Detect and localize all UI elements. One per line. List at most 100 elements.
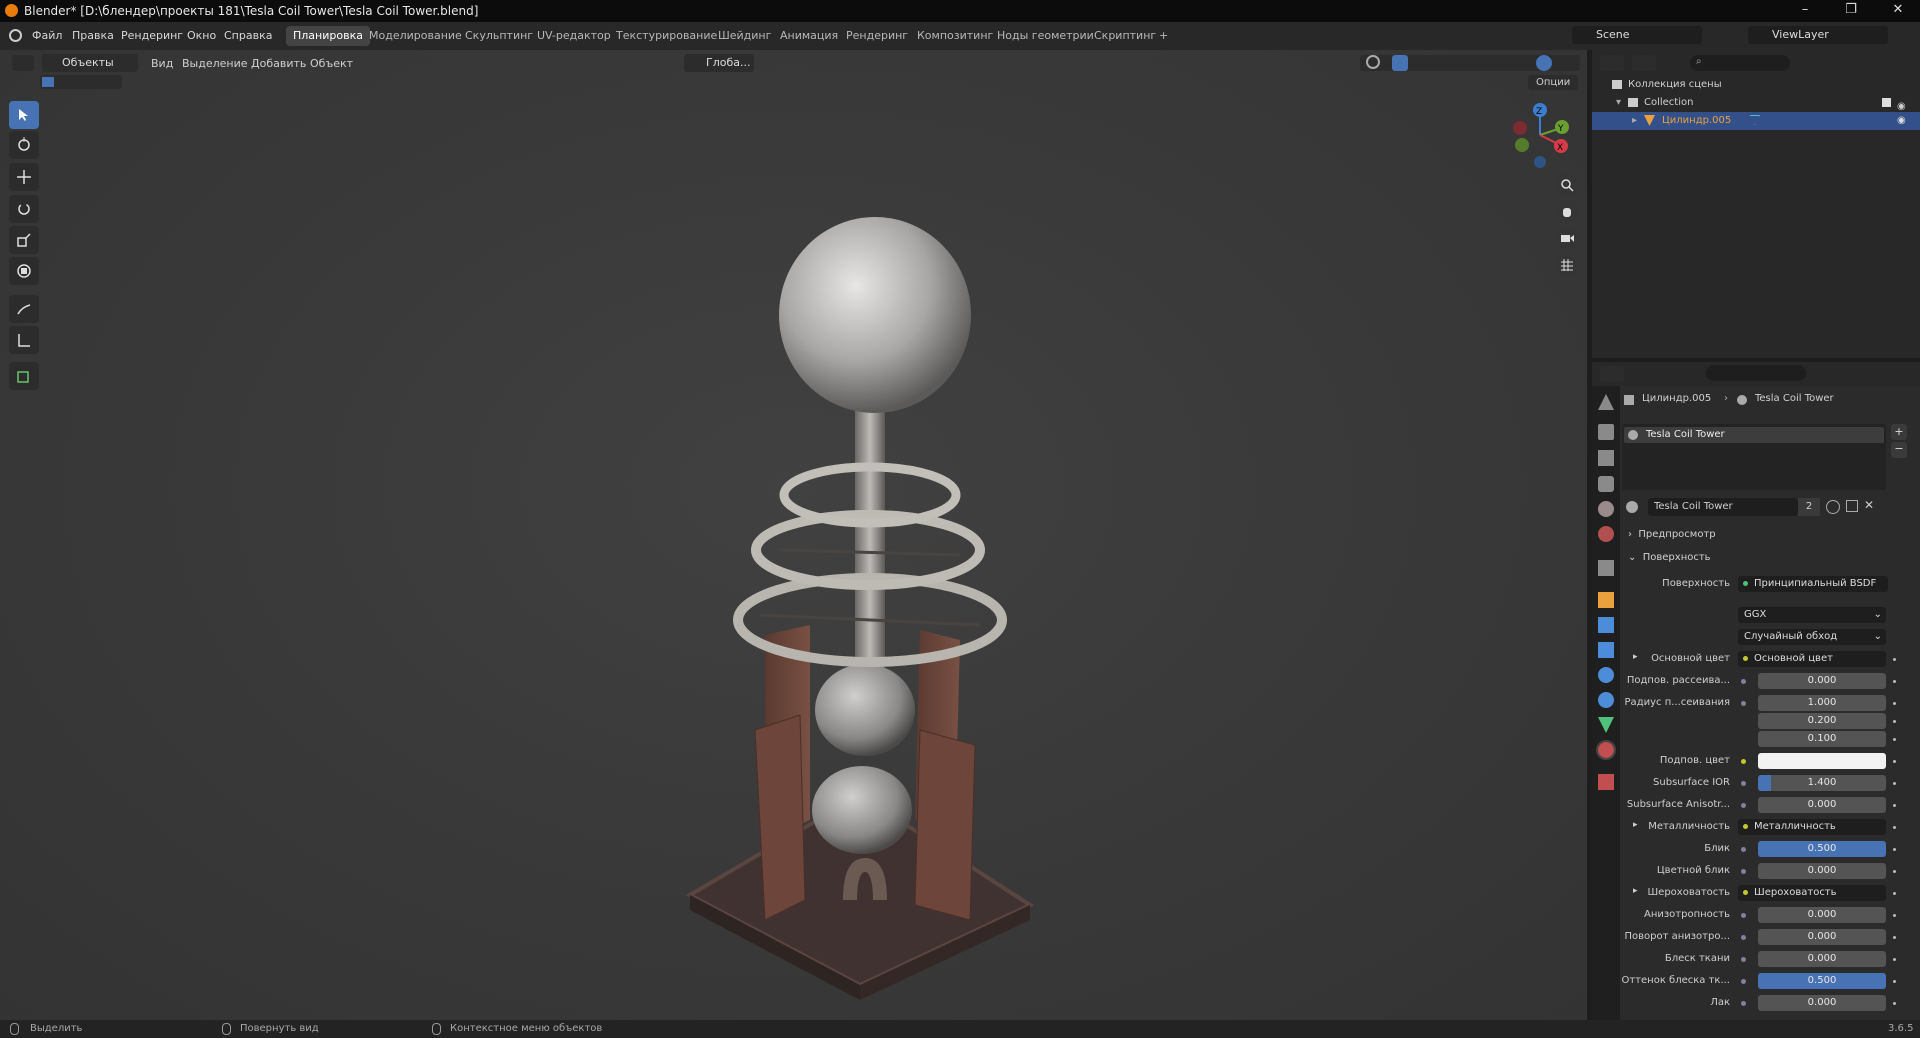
property-value-field[interactable]: 0.200 [1758, 713, 1886, 729]
scene-tab-icon[interactable] [1598, 501, 1614, 517]
options-dropdown[interactable]: Опции [1528, 75, 1579, 90]
3d-viewport[interactable] [0, 50, 1587, 1020]
property-value-field[interactable]: 0.000 [1758, 797, 1886, 813]
world-tab-icon[interactable] [1598, 526, 1614, 542]
property-value-field[interactable]: 0.100 [1758, 731, 1886, 747]
input-socket-icon[interactable] [1741, 979, 1746, 984]
add-slot-button[interactable]: + [1891, 424, 1907, 440]
gizmo-toggle-icon[interactable] [1392, 55, 1408, 71]
exclude-checkbox[interactable] [1882, 98, 1891, 107]
menu-edit[interactable]: Правка [72, 29, 114, 42]
keyframe-dot-icon[interactable] [1893, 658, 1896, 661]
add-workspace-button[interactable]: + [1152, 26, 1175, 46]
menu-window[interactable]: Окно [187, 29, 216, 42]
tab-layout[interactable]: Планировка [286, 26, 370, 46]
linked-input-field[interactable]: Шероховатость [1738, 885, 1886, 901]
minimize-button[interactable]: – [1790, 2, 1820, 20]
pan-view-button[interactable] [1556, 200, 1578, 222]
properties-search-input[interactable] [1706, 365, 1806, 381]
collection-tab-icon[interactable] [1598, 560, 1614, 576]
property-value-field[interactable]: 0.500 [1758, 973, 1886, 989]
keyframe-dot-icon[interactable] [1893, 804, 1896, 807]
tab-rendering[interactable]: Рендеринг [839, 26, 915, 46]
input-socket-icon[interactable] [1741, 935, 1746, 940]
tab-shading[interactable]: Шейдинг [711, 26, 778, 46]
tab-sculpting[interactable]: Скульптинг [458, 26, 540, 46]
keyframe-dot-icon[interactable] [1893, 760, 1896, 763]
menu-select[interactable]: Выделение [182, 57, 248, 70]
input-socket-icon[interactable] [1741, 1001, 1746, 1006]
outliner-editor-type[interactable] [1600, 55, 1624, 71]
annotate-tool[interactable] [9, 295, 39, 323]
keyframe-dot-icon[interactable] [1893, 848, 1896, 851]
render-tab-icon[interactable] [1598, 424, 1614, 440]
subsurface-method-dropdown[interactable]: Случайный обход ⌄ [1738, 629, 1886, 645]
keyframe-dot-icon[interactable] [1893, 738, 1896, 741]
modifier-tab-icon[interactable] [1598, 617, 1614, 633]
select-box-tool[interactable] [9, 101, 39, 129]
keyframe-dot-icon[interactable] [1893, 826, 1896, 829]
property-value-field[interactable]: 0.000 [1758, 929, 1886, 945]
material-user-count[interactable]: 2 [1798, 498, 1820, 516]
input-socket-icon[interactable] [1741, 759, 1746, 764]
tab-compositing[interactable]: Композитинг [910, 26, 1000, 46]
keyframe-dot-icon[interactable] [1893, 680, 1896, 683]
expand-chevron-icon[interactable]: ▸ [1632, 112, 1637, 130]
scale-tool[interactable] [9, 226, 39, 254]
cursor-tool[interactable] [9, 131, 39, 159]
tab-geometry-nodes[interactable]: Ноды геометрии [990, 26, 1101, 46]
transform-orientation[interactable]: Глоба... [684, 54, 754, 72]
menu-render[interactable]: Рендеринг [121, 29, 183, 42]
material-preview-shading-icon[interactable] [1536, 55, 1552, 71]
property-value-field[interactable]: 0.000 [1758, 951, 1886, 967]
property-value-field[interactable]: 0.000 [1758, 863, 1886, 879]
linked-input-field[interactable]: Основной цвет [1738, 651, 1886, 667]
navigation-gizmo[interactable]: Z Y X [1508, 100, 1572, 170]
keyframe-dot-icon[interactable] [1893, 702, 1896, 705]
tab-animation[interactable]: Анимация [773, 26, 845, 46]
mode-selector[interactable]: Объекты [42, 54, 138, 72]
property-value-field[interactable]: 1.000 [1758, 695, 1886, 711]
duplicate-material-icon[interactable] [1846, 500, 1858, 512]
select-new-icon[interactable] [42, 77, 54, 87]
keyframe-dot-icon[interactable] [1893, 870, 1896, 873]
material-slot-item[interactable]: Tesla Coil Tower [1624, 427, 1884, 443]
keyframe-dot-icon[interactable] [1893, 958, 1896, 961]
restore-button[interactable]: ❐ [1836, 2, 1866, 20]
keyframe-dot-icon[interactable] [1893, 936, 1896, 939]
keyframe-dot-icon[interactable] [1893, 914, 1896, 917]
editor-type-button[interactable] [12, 55, 34, 71]
filter-icon[interactable] [1869, 55, 1889, 71]
close-button[interactable]: ✕ [1883, 2, 1913, 20]
linked-input-field[interactable]: Металличность [1738, 819, 1886, 835]
outliner-object-row[interactable]: ▸ Цилиндр.005 ◉ [1592, 112, 1920, 130]
keyframe-dot-icon[interactable] [1893, 782, 1896, 785]
menu-view[interactable]: Вид [151, 57, 173, 70]
add-cube-tool[interactable] [9, 362, 39, 390]
blender-menu-icon[interactable] [9, 29, 22, 42]
input-socket-icon[interactable] [1741, 781, 1746, 786]
property-value-field[interactable]: 0.000 [1758, 995, 1886, 1011]
fake-user-icon[interactable] [1826, 500, 1840, 514]
property-value-field[interactable]: 0.000 [1758, 673, 1886, 689]
property-value-field[interactable]: 0.000 [1758, 907, 1886, 923]
menu-add[interactable]: Добавить [251, 57, 306, 70]
keyframe-dot-icon[interactable] [1893, 892, 1896, 895]
tab-texture-paint[interactable]: Текстурирование [609, 26, 724, 46]
input-socket-icon[interactable] [1741, 679, 1746, 684]
properties-editor-type[interactable] [1600, 366, 1624, 382]
material-name-field[interactable]: Tesla Coil Tower [1648, 498, 1798, 516]
move-tool[interactable] [9, 163, 39, 191]
tab-modeling[interactable]: Моделирование [362, 26, 469, 46]
zoom-view-button[interactable] [1556, 174, 1578, 196]
browse-material-icon[interactable] [1626, 501, 1638, 513]
output-tab-icon[interactable] [1598, 450, 1614, 466]
input-socket-icon[interactable] [1741, 869, 1746, 874]
camera-view-button[interactable] [1556, 227, 1578, 249]
eye-icon[interactable]: ◉ [1897, 112, 1906, 130]
keyframe-dot-icon[interactable] [1893, 1002, 1896, 1005]
distribution-dropdown[interactable]: GGX ⌄ [1738, 607, 1886, 623]
remove-slot-button[interactable]: − [1891, 442, 1907, 458]
preview-section-header[interactable]: › Предпросмотр [1628, 529, 1716, 540]
outliner-search-input[interactable] [1690, 55, 1790, 71]
